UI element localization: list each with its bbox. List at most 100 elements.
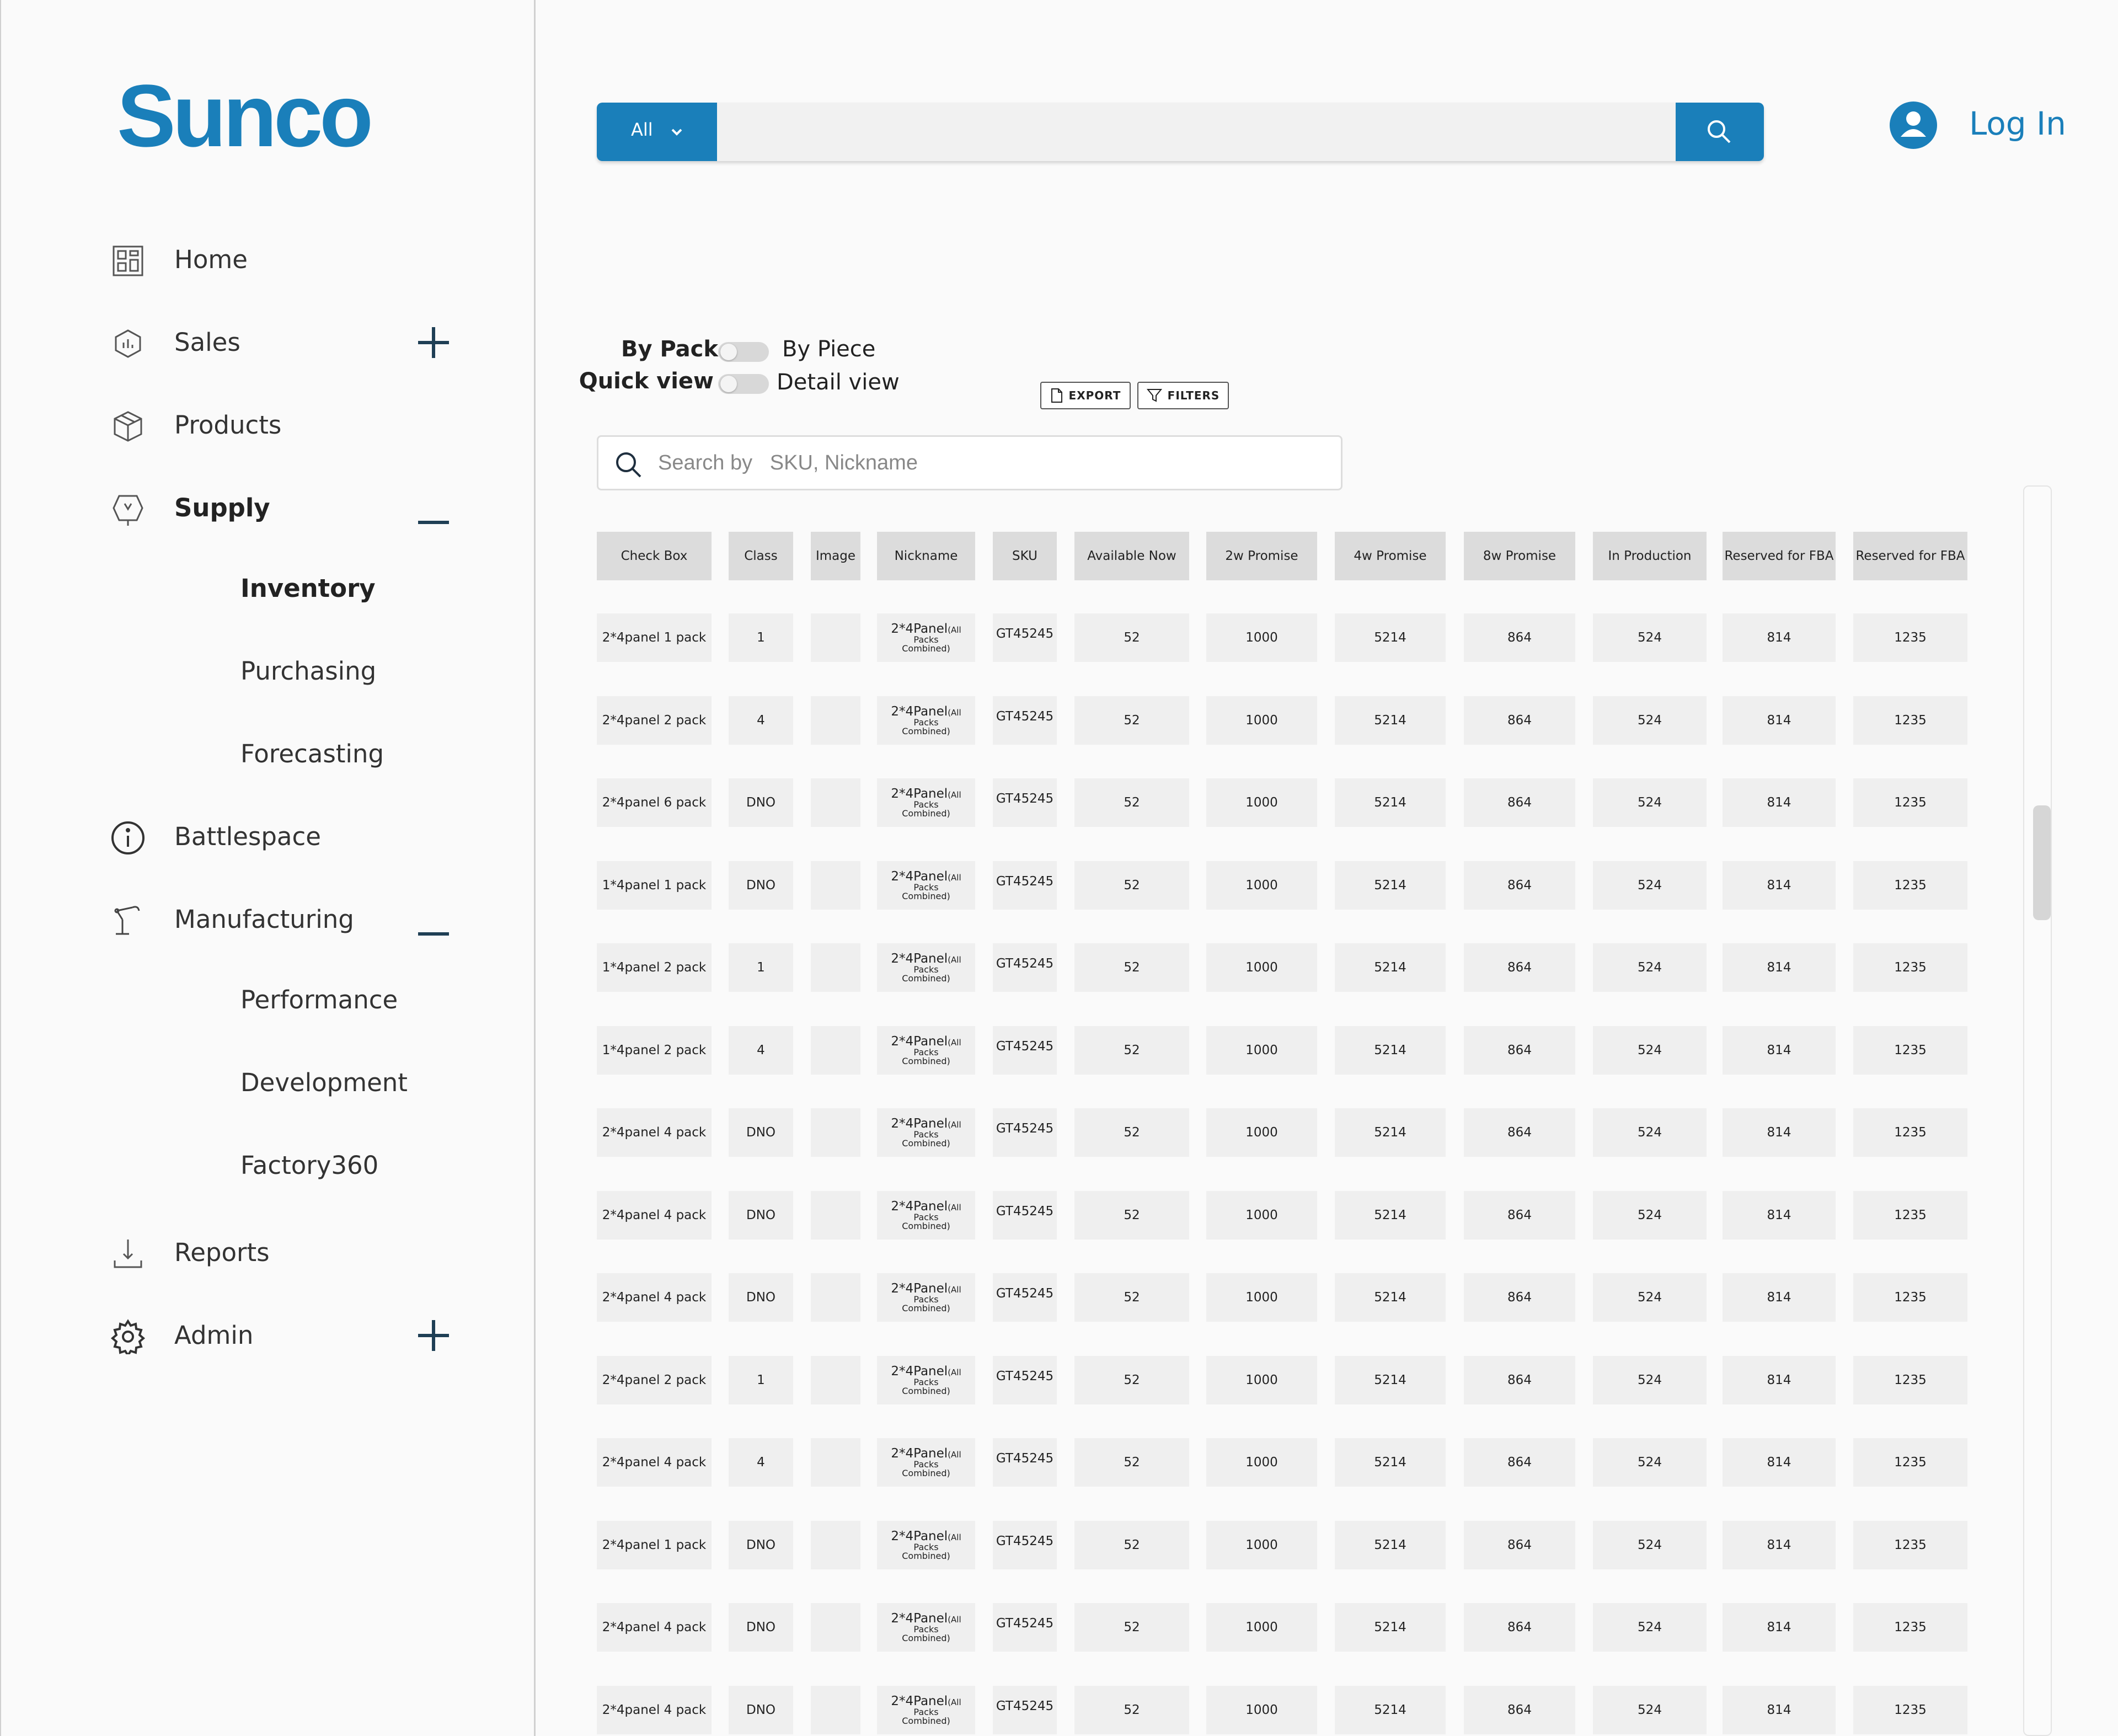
cell-image-placeholder xyxy=(811,861,860,910)
cell-4w-promise: 5214 xyxy=(1335,1603,1446,1652)
cell-4w-promise: 5214 xyxy=(1335,943,1446,992)
column-header[interactable]: SKU xyxy=(993,532,1057,580)
column-header[interactable]: In Production xyxy=(1593,532,1707,580)
cell-reserved-fba: 814 xyxy=(1723,1521,1836,1569)
cell-image-placeholder xyxy=(811,1603,860,1652)
pack-toggle-left: By Pack xyxy=(597,336,718,370)
global-search-input[interactable] xyxy=(724,103,1670,161)
minus-icon[interactable] xyxy=(417,492,450,525)
cell-sku: GT45245 xyxy=(993,1191,1057,1240)
cell-check-box[interactable]: 1*4panel 2 pack xyxy=(597,1026,712,1075)
sidebar: Sunco Home Sales Products Supply Invento… xyxy=(0,0,536,1736)
cell-8w-promise: 864 xyxy=(1464,1273,1575,1322)
cell-sku: GT45245 xyxy=(993,778,1057,827)
sidebar-subitem-purchasing[interactable]: Purchasing xyxy=(240,656,376,701)
sidebar-item-home[interactable]: Home xyxy=(1,235,531,285)
cell-sku: GT45245 xyxy=(993,1026,1057,1075)
column-header[interactable]: 4w Promise xyxy=(1335,532,1446,580)
column-header[interactable]: Available Now xyxy=(1074,532,1189,580)
quick-detail-toggle[interactable] xyxy=(718,374,769,394)
nickname-text: 2*4Panel xyxy=(891,1529,948,1543)
cell-reserved-fba: 814 xyxy=(1723,1356,1836,1404)
cell-reserved-fba: 814 xyxy=(1723,778,1836,827)
cell-check-box[interactable]: 2*4panel 4 pack xyxy=(597,1273,712,1322)
column-header[interactable]: 8w Promise xyxy=(1464,532,1575,580)
sidebar-item-manufacturing[interactable]: Manufacturing xyxy=(1,895,531,944)
cell-check-box[interactable]: 2*4panel 4 pack xyxy=(597,1686,712,1734)
scrollbar-thumb[interactable] xyxy=(2033,805,2051,920)
cell-check-box[interactable]: 2*4panel 1 pack xyxy=(597,1521,712,1569)
column-header[interactable]: Image xyxy=(811,532,860,580)
cell-available-now: 52 xyxy=(1074,1108,1189,1157)
sidebar-item-sales[interactable]: Sales xyxy=(1,318,531,367)
sidebar-subitem-factory360[interactable]: Factory360 xyxy=(240,1151,378,1195)
sidebar-subitem-forecasting[interactable]: Forecasting xyxy=(240,739,384,783)
sidebar-subitem-performance[interactable]: Performance xyxy=(240,985,398,1029)
sidebar-item-battlespace[interactable]: Battlespace xyxy=(1,812,531,862)
export-button[interactable]: EXPORT xyxy=(1040,382,1131,409)
column-header[interactable]: Class xyxy=(729,532,793,580)
scrollbar-track[interactable] xyxy=(2023,485,2052,1736)
column-header[interactable]: Check Box xyxy=(597,532,712,580)
cell-reserved-fba-2: 1235 xyxy=(1853,1686,1967,1734)
sidebar-item-admin[interactable]: Admin xyxy=(1,1311,531,1360)
gear-icon xyxy=(110,1319,146,1354)
search-button[interactable] xyxy=(1676,103,1764,161)
column-header[interactable]: Reserved for FBA xyxy=(1853,532,1967,580)
nickname-note: (All xyxy=(948,954,961,965)
sidebar-item-products[interactable]: Products xyxy=(1,400,531,450)
plus-icon[interactable] xyxy=(417,1319,450,1352)
nickname-note-3: Combined) xyxy=(902,890,950,901)
dashboard-icon xyxy=(113,245,143,276)
cell-4w-promise: 5214 xyxy=(1335,1686,1446,1734)
quick-view-label: Quick view xyxy=(579,368,714,394)
filters-button[interactable]: FILTERS xyxy=(1137,382,1229,409)
nickname-text: 2*4Panel xyxy=(891,1694,948,1708)
login-button[interactable]: Log In xyxy=(1889,100,2098,150)
cell-check-box[interactable]: 2*4panel 2 pack xyxy=(597,1356,712,1404)
sidebar-item-label: Home xyxy=(174,245,248,274)
nickname-note-3: Combined) xyxy=(902,1632,950,1643)
sidebar-subitem-development[interactable]: Development xyxy=(240,1068,408,1112)
cell-check-box[interactable]: 2*4panel 2 pack xyxy=(597,696,712,745)
cell-check-box[interactable]: 2*4panel 4 pack xyxy=(597,1603,712,1652)
cell-2w-promise: 1000 xyxy=(1206,696,1317,745)
brand-logo[interactable]: Sunco xyxy=(117,72,373,160)
cell-check-box[interactable]: 1*4panel 1 pack xyxy=(597,861,712,910)
cell-8w-promise: 864 xyxy=(1464,861,1575,910)
nickname-main: 2*4Panel(All xyxy=(891,1365,961,1378)
cell-reserved-fba: 814 xyxy=(1723,1438,1836,1487)
cell-reserved-fba-2: 1235 xyxy=(1853,1438,1967,1487)
cell-check-box[interactable]: 2*4panel 4 pack xyxy=(597,1438,712,1487)
plus-icon[interactable] xyxy=(417,326,450,359)
minus-icon[interactable] xyxy=(417,903,450,936)
column-header[interactable]: Nickname xyxy=(877,532,975,580)
cell-nickname: 2*4Panel(All Packs Combined) xyxy=(877,1191,975,1240)
search-scope-dropdown[interactable]: All xyxy=(597,103,717,161)
sidebar-item-reports[interactable]: Reports xyxy=(1,1228,531,1278)
nickname-text: 2*4Panel xyxy=(891,1611,948,1626)
box-icon xyxy=(114,411,142,442)
cell-check-box[interactable]: 2*4panel 6 pack xyxy=(597,778,712,827)
cell-available-now: 52 xyxy=(1074,1438,1189,1487)
nickname-note-3: Combined) xyxy=(902,1302,950,1313)
pack-piece-toggle[interactable] xyxy=(718,342,769,362)
nickname-note-3: Combined) xyxy=(902,1055,950,1066)
table-search-input[interactable]: Search by SKU, Nickname xyxy=(597,435,1343,490)
cell-reserved-fba-2: 1235 xyxy=(1853,1603,1967,1652)
cell-nickname: 2*4Panel(All Packs Combined) xyxy=(877,1686,975,1734)
cell-reserved-fba: 814 xyxy=(1723,696,1836,745)
file-icon xyxy=(1051,388,1062,403)
cell-reserved-fba: 814 xyxy=(1723,613,1836,662)
column-header[interactable]: Reserved for FBA xyxy=(1723,532,1836,580)
cell-check-box[interactable]: 2*4panel 1 pack xyxy=(597,613,712,662)
cell-check-box[interactable]: 1*4panel 2 pack xyxy=(597,943,712,992)
column-header[interactable]: 2w Promise xyxy=(1206,532,1317,580)
cell-check-box[interactable]: 2*4panel 4 pack xyxy=(597,1191,712,1240)
sidebar-subitem-inventory[interactable]: Inventory xyxy=(240,574,376,618)
filters-label: FILTERS xyxy=(1167,389,1220,402)
cell-check-box[interactable]: 2*4panel 4 pack xyxy=(597,1108,712,1157)
sidebar-item-supply[interactable]: Supply xyxy=(1,483,531,533)
cell-8w-promise: 864 xyxy=(1464,1108,1575,1157)
cell-sku: GT45245 xyxy=(993,1438,1057,1487)
